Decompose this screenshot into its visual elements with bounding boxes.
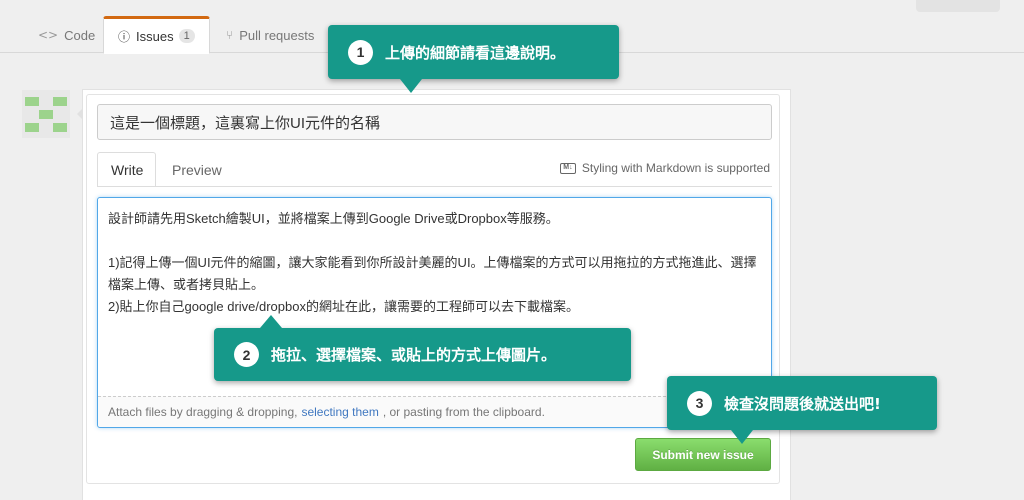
callout-text: 上傳的細節請看這邊說明。 [385, 43, 566, 62]
code-icon: <> [38, 28, 59, 42]
callout-arrow [400, 79, 422, 93]
callout-text: 拖拉、選擇檔案、或貼上的方式上傳圖片。 [271, 346, 557, 364]
callout-number-badge: 3 [687, 390, 712, 416]
callout-submit-help: 3 檢查沒問題後就送出吧! [667, 376, 937, 444]
markdown-icon: M↓ [559, 162, 576, 174]
tab-preview[interactable]: Preview [159, 152, 235, 187]
identicon-block [53, 123, 67, 132]
identicon-block [25, 97, 39, 106]
callout-number-badge: 1 [348, 39, 373, 65]
tab-issues-label: Issues [136, 28, 174, 44]
identicon-block [39, 110, 53, 119]
tab-pull-requests[interactable]: ⑂ Pull requests [212, 16, 328, 54]
issues-count-badge: 1 [178, 29, 195, 43]
git-pull-request-icon: ⑂ [226, 28, 234, 42]
tab-code[interactable]: <> Code [24, 16, 109, 54]
select-files-link[interactable]: selecting them [301, 405, 378, 419]
tabs-divider [97, 186, 772, 187]
tab-issues[interactable]: ⓘ Issues 1 [103, 16, 210, 54]
issue-body-text: 設計師請先用Sketch繪製UI，並將檔案上傳到Google Drive或Dro… [108, 211, 757, 314]
tab-pull-requests-label: Pull requests [239, 27, 315, 43]
identicon-block [25, 123, 39, 132]
callout-title-help: 1 上傳的細節請看這邊說明。 [328, 25, 619, 93]
callout-arrow [731, 430, 753, 444]
callout-number-badge: 2 [234, 342, 259, 367]
markdown-note-label: Styling with Markdown is supported [581, 161, 770, 175]
markdown-support-note[interactable]: M↓ Styling with Markdown is supported [559, 161, 770, 175]
tab-code-label: Code [64, 27, 96, 43]
header-decoration [916, 0, 1000, 12]
attach-suffix-text: , or pasting from the clipboard. [382, 405, 545, 419]
attach-prefix-text: Attach files by dragging & dropping, [108, 405, 298, 419]
avatar[interactable] [22, 90, 70, 138]
tab-write[interactable]: Write [97, 152, 156, 187]
callout-arrow [260, 315, 282, 328]
issue-opened-icon: ⓘ [118, 29, 131, 44]
panel-caret [77, 108, 83, 120]
issue-title-input[interactable]: 這是一個標題，這裏寫上你UI元件的名稱 [97, 104, 772, 140]
identicon-block [53, 97, 67, 106]
callout-text: 檢查沒問題後就送出吧! [724, 394, 881, 413]
callout-upload-help: 2 拖拉、選擇檔案、或貼上的方式上傳圖片。 [214, 315, 631, 381]
